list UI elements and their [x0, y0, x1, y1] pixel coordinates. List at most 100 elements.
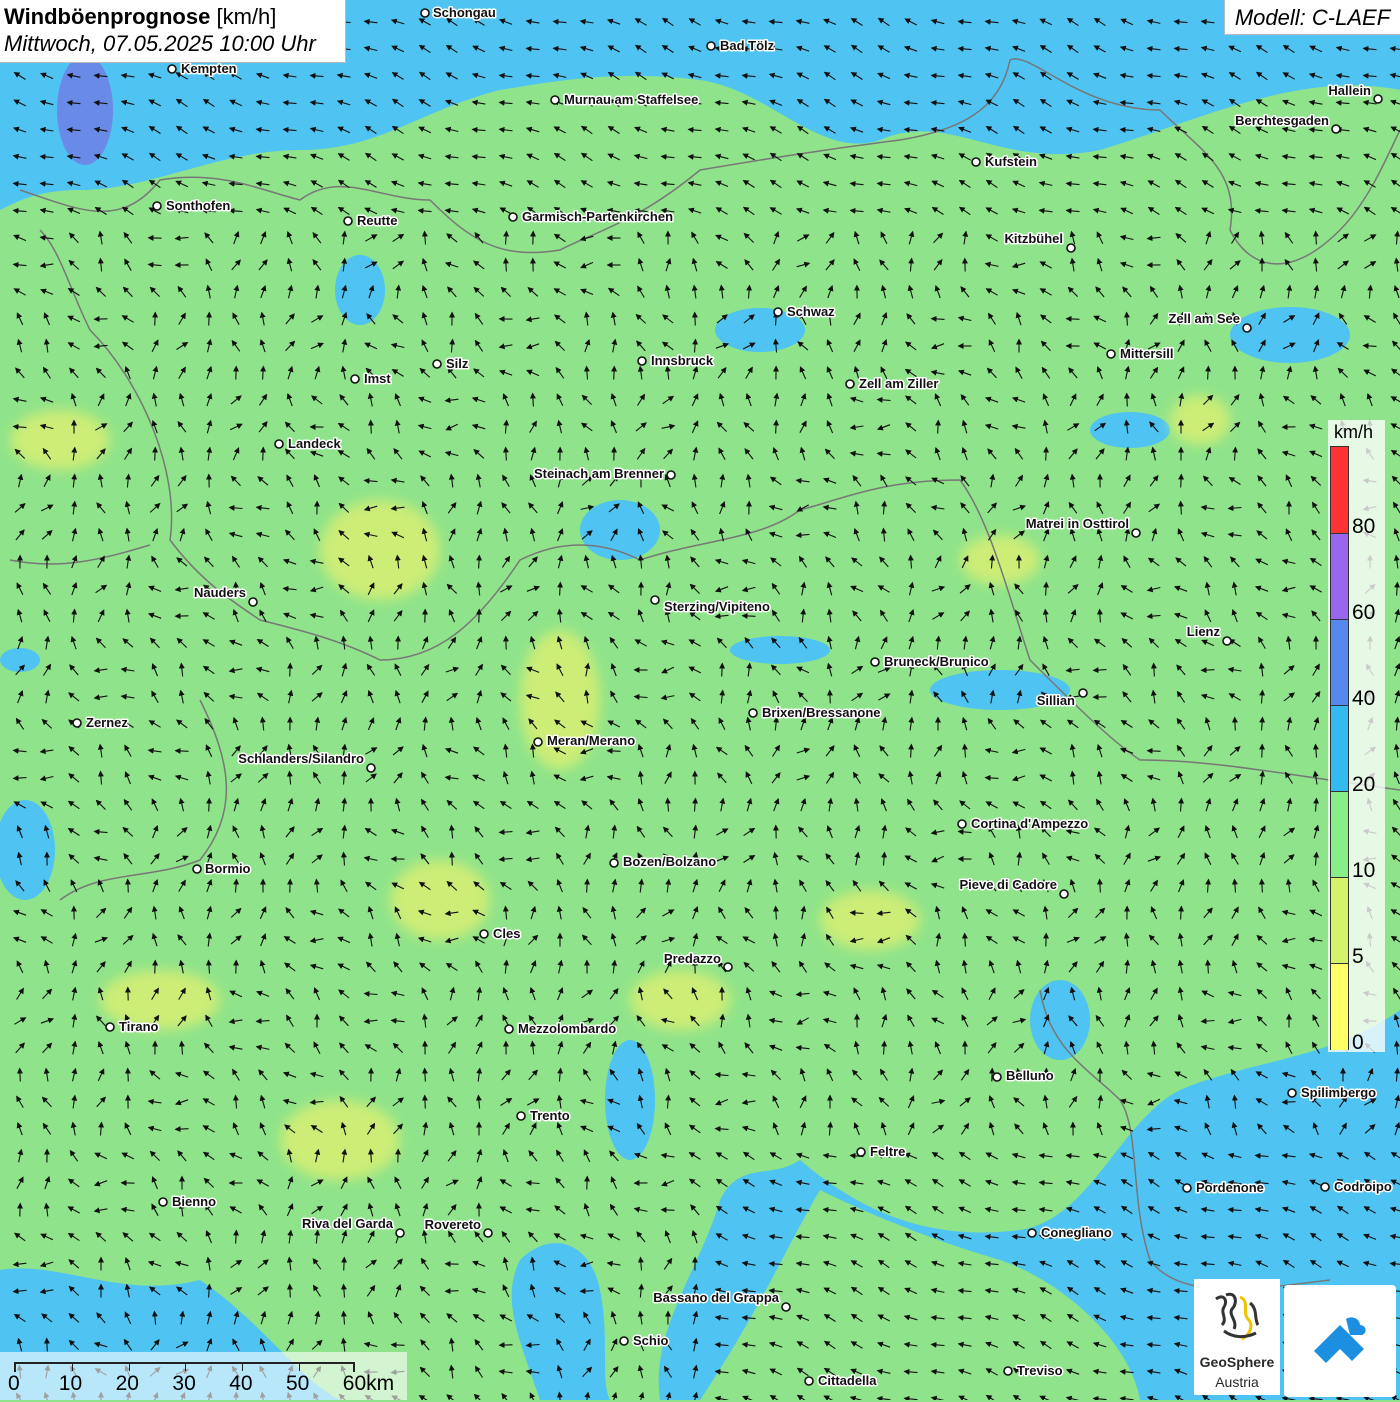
city-label: Bassano del Grappa [653, 1290, 779, 1305]
scale-label: 40 [229, 1372, 252, 1396]
city-label: Mezzolombardo [518, 1021, 616, 1036]
legend-tick-label: 60 [1352, 602, 1375, 623]
legend-segment [1331, 705, 1348, 792]
wind-arrow [830, 691, 831, 704]
city-dot [1288, 1089, 1296, 1097]
city-dot [421, 9, 429, 17]
city-marker: Sterzing/Vipiteno [651, 596, 770, 614]
app-logo-icon [1284, 1285, 1396, 1397]
city-label: Mittersill [1120, 346, 1173, 361]
city-dot [1107, 350, 1115, 358]
city-dot [724, 963, 732, 971]
city-label: Innsbruck [651, 353, 714, 368]
wind-arrow [176, 751, 189, 752]
city-label: Cles [493, 926, 520, 941]
wind-arrow [1046, 448, 1047, 461]
wind-arrow [662, 1210, 675, 1211]
city-dot [1321, 1183, 1329, 1191]
wind-arrow [743, 616, 756, 617]
wind-arrow [938, 421, 939, 434]
city-dot [275, 440, 283, 448]
city-label: Predazzo [664, 951, 721, 966]
city-marker: Spilimbergo [1288, 1085, 1376, 1100]
city-label: Berchtesgaden [1235, 113, 1329, 128]
wind-arrow [1127, 394, 1128, 407]
city-dot [667, 471, 675, 479]
city-marker: Mezzolombardo [505, 1021, 616, 1036]
city-dot [168, 65, 176, 73]
legend-segment [1331, 877, 1348, 964]
scale-tick [72, 1364, 73, 1371]
city-dot [344, 217, 352, 225]
city-dot [1067, 244, 1075, 252]
model-label: Modell: C-LAEF [1224, 0, 1400, 35]
city-dot [1183, 1184, 1191, 1192]
city-dot [505, 1025, 513, 1033]
city-dot [551, 96, 559, 104]
city-dot [367, 764, 375, 772]
city-dot [1079, 689, 1087, 697]
city-label: Steinach am Brenner [534, 466, 664, 481]
city-marker: Meran/Merano [534, 733, 635, 748]
gust-40-60-zone [57, 55, 113, 165]
city-label: Cortina d'Ampezzo [971, 816, 1088, 831]
city-label: Bruneck/Brunico [884, 654, 989, 669]
wind-arrow [695, 313, 696, 326]
city-marker: Murnau am Staffelsee [551, 92, 698, 107]
geosphere-name: GeoSphere [1194, 1354, 1280, 1370]
city-label: Spilimbergo [1301, 1085, 1376, 1100]
city-label: Sterzing/Vipiteno [664, 599, 770, 614]
city-label: Brixen/Bressanone [762, 705, 881, 720]
scale-label: 0 [8, 1372, 20, 1396]
city-label: Treviso [1017, 1363, 1063, 1378]
city-marker: Brixen/Bressanone [749, 705, 881, 720]
wind-arrow [392, 1345, 405, 1346]
legend-color-bar [1330, 446, 1349, 1050]
city-dot [857, 1148, 865, 1156]
wind-arrow [581, 1291, 594, 1292]
wind-arrow [371, 421, 372, 434]
city-label: Lienz [1187, 624, 1221, 639]
geosphere-emblem-icon [1194, 1279, 1280, 1354]
wind-arrow [1202, 670, 1215, 671]
wind-arrow [176, 1129, 189, 1130]
city-label: Bienno [172, 1194, 216, 1209]
wind-arrow [290, 1285, 291, 1298]
geosphere-logo: GeoSphere Austria [1194, 1279, 1280, 1395]
city-dot [73, 719, 81, 727]
scale-label: 60km [343, 1372, 394, 1396]
scale-tick [129, 1364, 130, 1371]
city-dot [509, 213, 517, 221]
city-marker: Schongau [421, 5, 496, 20]
city-label: Conegliano [1041, 1225, 1112, 1240]
city-label: Cittadella [818, 1373, 877, 1388]
title-main-text: Windböenprognose [4, 4, 210, 29]
city-dot [193, 865, 201, 873]
map-title: Windböenprognose [km/h] [4, 4, 341, 30]
geosphere-sub: Austria [1194, 1374, 1280, 1390]
wind-arrow [1283, 1102, 1296, 1103]
city-label: Imst [364, 371, 391, 386]
title-unit: [km/h] [216, 4, 276, 29]
scale-label: 10 [59, 1372, 82, 1396]
city-label: Nauders [194, 585, 246, 600]
wind-arrow [452, 853, 453, 866]
map-title-box: Windböenprognose [km/h] Mittwoch, 07.05.… [0, 0, 346, 63]
city-dot [993, 1073, 1001, 1081]
city-marker: Pordenone [1183, 1180, 1264, 1195]
city-label: Reutte [357, 213, 397, 228]
app-logo [1284, 1285, 1396, 1397]
city-dot [1223, 637, 1231, 645]
city-dot [805, 1377, 813, 1385]
city-label: Codroipo [1334, 1179, 1392, 1194]
city-dot [153, 202, 161, 210]
city-label: Pieve di Cadore [959, 877, 1057, 892]
city-dot [396, 1229, 404, 1237]
wind-arrow [209, 799, 210, 812]
scale-label: 20 [116, 1372, 139, 1396]
city-dot [159, 1198, 167, 1206]
city-label: Bozen/Bolzano [623, 854, 716, 869]
wind-arrow [290, 664, 291, 677]
wind-arrow [1148, 751, 1161, 752]
wind-arrow [1067, 319, 1080, 320]
